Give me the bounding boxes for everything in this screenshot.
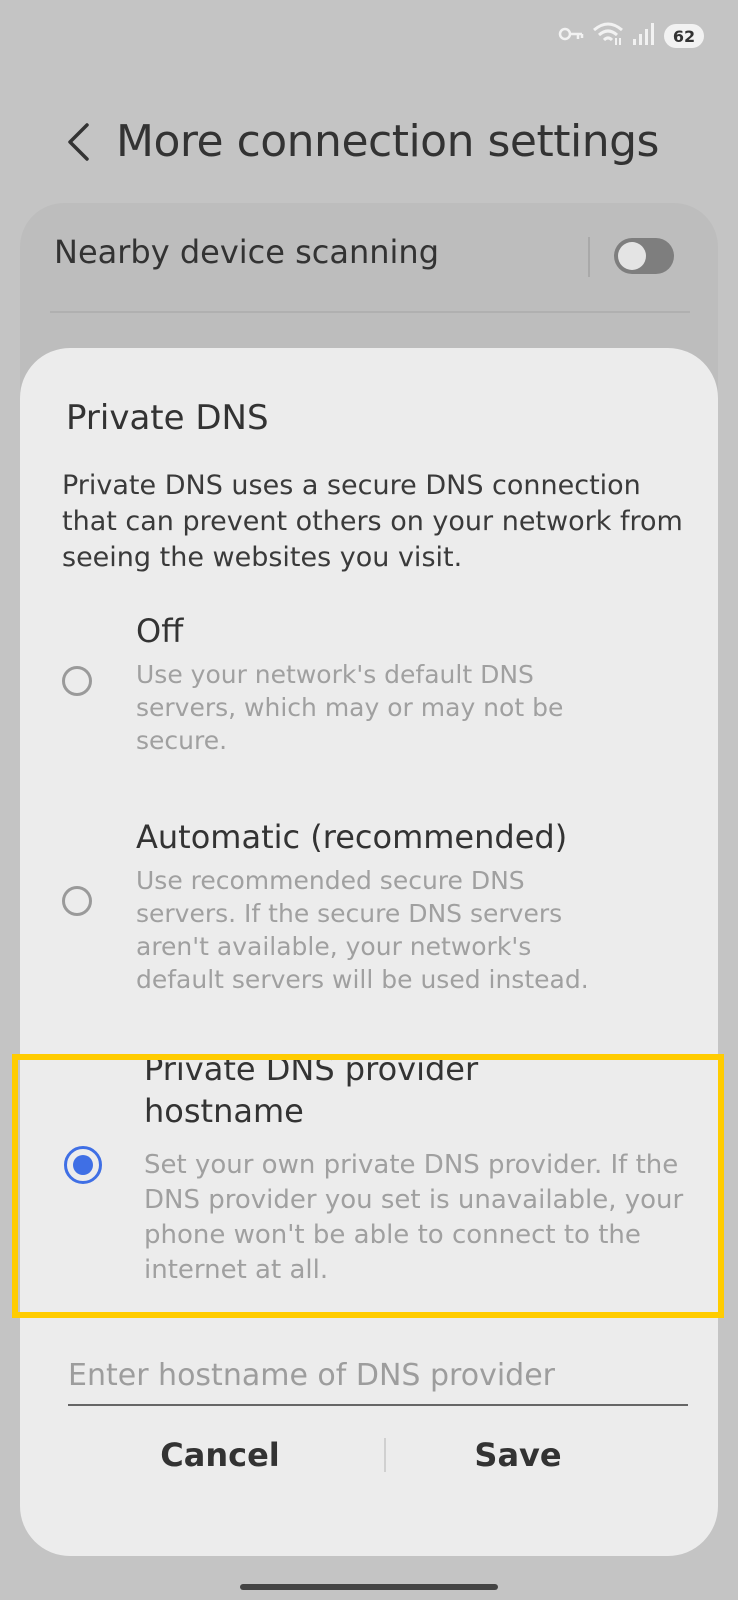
chevron-left-icon (65, 122, 91, 166)
option-title: Off (136, 612, 184, 650)
toggle-knob (618, 242, 646, 270)
save-button[interactable]: Save (368, 1430, 668, 1480)
divider (50, 311, 690, 313)
dialog-title: Private DNS (66, 398, 269, 438)
option-description: Set your own private DNS provider. If th… (144, 1150, 684, 1285)
status-bar: 62 (0, 0, 738, 70)
radio-off[interactable] (62, 666, 92, 696)
option-private-dns-hostname[interactable]: Private DNS provider hostname Set your o… (20, 1048, 718, 1298)
option-automatic[interactable]: Automatic (recommended) Use recommended … (20, 816, 718, 1016)
cancel-button[interactable]: Cancel (70, 1430, 370, 1480)
radio-private-dns-hostname[interactable] (64, 1146, 102, 1184)
option-description: Use recommended secure DNS servers. If t… (136, 866, 589, 994)
status-icons: 62 (558, 22, 704, 50)
navigation-handle[interactable] (240, 1584, 498, 1590)
key-icon (558, 25, 584, 47)
battery-indicator: 62 (664, 24, 704, 48)
divider (588, 237, 590, 277)
option-description: Use your network's default DNS servers, … (136, 660, 564, 755)
option-title: Automatic (recommended) (136, 818, 568, 856)
dialog-description: Private DNS uses a secure DNS connection… (62, 470, 683, 573)
radio-automatic[interactable] (62, 886, 92, 916)
hostname-input[interactable] (68, 1346, 688, 1406)
wifi-icon (592, 22, 624, 50)
app-header: More connection settings (0, 108, 738, 180)
option-off[interactable]: Off Use your network's default DNS serve… (20, 610, 718, 760)
back-button[interactable] (48, 114, 108, 174)
option-title: Private DNS provider hostname (144, 1050, 479, 1130)
dialog-buttons: Cancel Save (20, 1430, 718, 1480)
nearby-device-scanning-label[interactable]: Nearby device scanning (54, 233, 439, 271)
nearby-device-scanning-toggle[interactable] (614, 238, 674, 274)
page-title: More connection settings (116, 116, 659, 167)
signal-icon (632, 23, 656, 49)
private-dns-dialog: Private DNS Private DNS uses a secure DN… (12, 348, 724, 1556)
